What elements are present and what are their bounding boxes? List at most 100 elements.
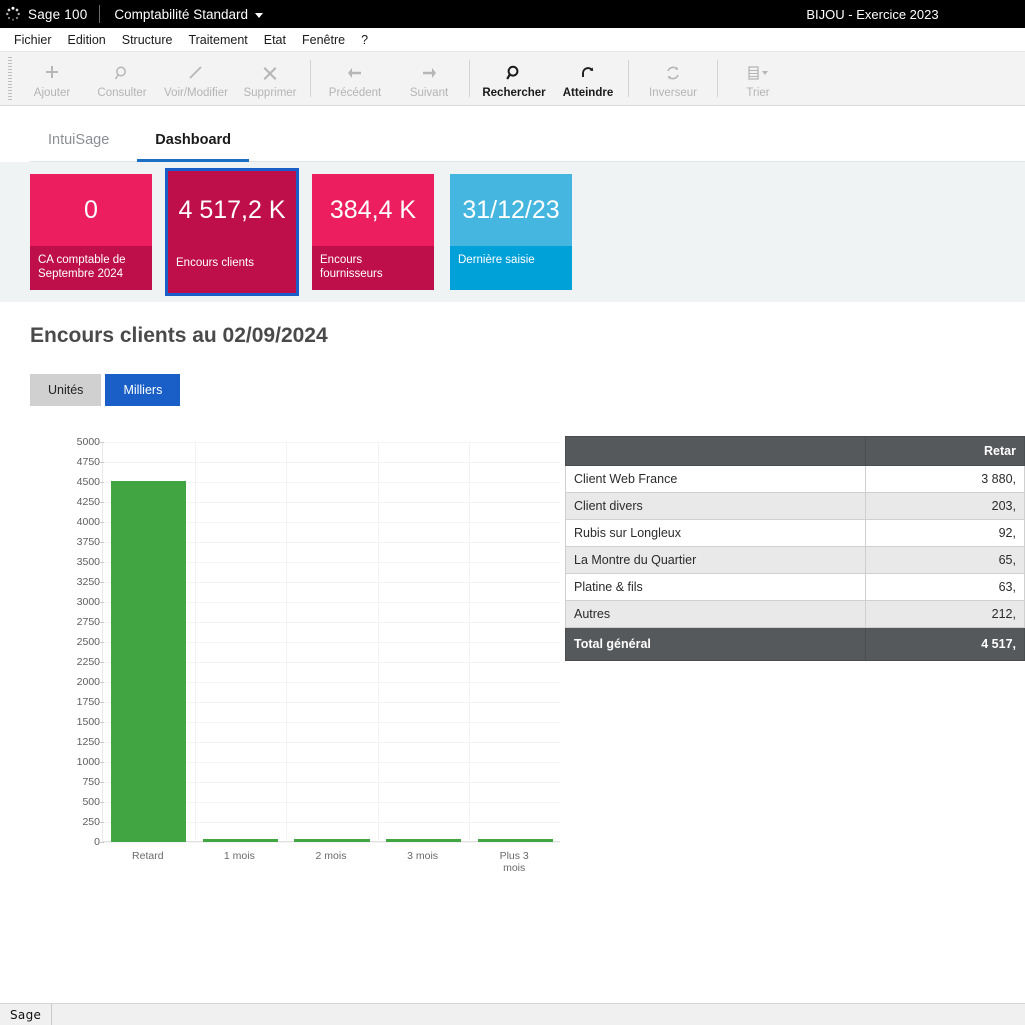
toolbar-button-inverseur[interactable]: Inverseur [634,52,712,105]
chart-category-separator [469,442,471,842]
table-row[interactable]: La Montre du Quartier 65, [565,546,1025,574]
chart-y-tick-label: 250 [60,816,104,828]
table-total-label: Total général [565,627,866,661]
toolbar-button-rechercher[interactable]: Rechercher [475,52,553,105]
table-row[interactable]: Client Web France 3 880, [565,465,1025,493]
chart-bar[interactable] [294,839,370,842]
toggle-unites[interactable]: Unités [30,374,102,406]
table-body: Client Web France 3 880, Client divers 203,… [565,465,1025,661]
menu-item-structure[interactable]: Structure [114,30,181,50]
toolbar-label-voir-modifier: Voir/Modifier [164,87,228,99]
table-cell-retard: 65, [865,546,1025,574]
page-title: Encours clients au 02/09/2024 [30,324,328,347]
chart-plot-area [102,442,560,843]
toolbar: Ajouter Consulter Voir/Modifier Supprime… [0,52,1025,106]
toolbar-label-ajouter: Ajouter [33,87,71,99]
goto-arc-icon [579,62,597,84]
kpi-tile-derniere-saisie[interactable]: 31/12/23 Dernière saisie [450,174,572,290]
chart-bar[interactable] [477,839,553,842]
chart-category-separator [194,442,196,842]
toolbar-button-supprimer[interactable]: Supprimer [235,52,305,105]
chart-y-tick-mark [100,542,104,543]
kpi-tile-ca-comptable[interactable]: 0 CA comptable de Septembre 2024 [30,174,152,290]
kpi-caption-encours-clients: Encours clients [168,249,296,293]
table-row[interactable]: Rubis sur Longleux 92, [565,519,1025,547]
title-bar: Sage 100 Comptabilité Standard BIJOU - E… [0,0,1025,28]
tab-intuisage[interactable]: IntuiSage [30,124,127,162]
chart-x-tick-label: Plus 3 mois [499,850,529,874]
tab-dashboard[interactable]: Dashboard [137,124,250,162]
toolbar-button-consulter[interactable]: Consulter [87,52,157,105]
toolbar-label-suivant: Suivant [409,87,449,99]
toolbar-label-inverseur: Inverseur [649,87,697,99]
dashboard-tabs: IntuiSage Dashboard [30,124,1025,162]
status-bar: Sage [0,1003,1025,1025]
dashboard-content: Encours clients au 02/09/2024 Unités Mil… [0,302,1025,874]
toolbar-button-atteindre[interactable]: Atteindre [553,52,623,105]
chart-y-tick-mark [100,762,104,763]
chart-bar[interactable] [202,839,278,842]
menu-item-etat[interactable]: Etat [256,30,294,50]
table-header-client[interactable] [565,436,866,466]
chart-y-tick-label: 1250 [60,736,104,748]
chart-y-tick-label: 4500 [60,476,104,488]
menu-item-help[interactable]: ? [353,30,376,50]
toolbar-label-rechercher: Rechercher [482,87,546,99]
kpi-caption-encours-fournisseurs: Encours fournisseurs [312,246,434,290]
kpi-tile-encours-clients[interactable]: 4 517,2 K Encours clients [165,168,299,296]
chart-bar[interactable] [386,839,462,842]
kpi-value-derniere-saisie: 31/12/23 [450,174,572,246]
chart-bar[interactable] [111,480,187,842]
chart-y-tick-label: 3500 [60,556,104,568]
kpi-tile-encours-fournisseurs[interactable]: 384,4 K Encours fournisseurs [312,174,434,290]
chart-y-tick-label: 3000 [60,596,104,608]
chart-gridline [103,842,560,843]
toolbar-separator [310,60,311,97]
toolbar-label-supprimer: Supprimer [243,87,297,99]
chart-x-tick-label: Retard [132,850,164,862]
sort-list-icon [746,62,770,84]
table-row[interactable]: Client divers 203, [565,492,1025,520]
module-label: Comptabilité Standard [114,6,248,22]
menu-item-fenetre[interactable]: Fenêtre [294,30,353,50]
chart-y-tick-mark [100,522,104,523]
menu-bar: Fichier Edition Structure Traitement Eta… [0,28,1025,52]
table-cell-retard: 63, [865,573,1025,601]
table-row[interactable]: Platine & fils 63, [565,573,1025,601]
chart-y-tick-mark [100,842,104,843]
menu-item-edition[interactable]: Edition [60,30,114,50]
toggle-milliers[interactable]: Milliers [105,374,181,406]
table-row[interactable]: Autres 212, [565,600,1025,628]
toolbar-button-voir-modifier[interactable]: Voir/Modifier [157,52,235,105]
table-cell-client: Rubis sur Longleux [565,519,866,547]
close-x-icon [261,62,279,84]
menu-item-fichier[interactable]: Fichier [6,30,60,50]
toolbar-button-ajouter[interactable]: Ajouter [17,52,87,105]
chart-y-tick-label: 1500 [60,716,104,728]
module-selector[interactable]: Comptabilité Standard [100,7,269,22]
chart-y-tick-label: 2000 [60,676,104,688]
magnifier-icon [113,62,131,84]
chart-x-tick-label: 3 mois [407,850,439,862]
toolbar-button-suivant[interactable]: Suivant [394,52,464,105]
chart-panel: 5000 4750 4500 4250 4000 3750 3500 3250 3000 2750… [30,434,565,874]
table-header-retard[interactable]: Retar [865,436,1025,466]
chart-y-tick-mark [100,642,104,643]
chart-y-tick-mark [100,702,104,703]
chart-y-tick-label: 4000 [60,516,104,528]
sage-spinner-icon [0,6,26,22]
toolbar-separator [469,60,470,97]
toolbar-label-trier: Trier [746,87,770,99]
table-cell-retard: 92, [865,519,1025,547]
chart-y-tick-label: 4750 [60,456,104,468]
chart-y-tick-mark [100,482,104,483]
menu-item-traitement[interactable]: Traitement [180,30,255,50]
toolbar-button-precedent[interactable]: Précédent [316,52,394,105]
chart-y-tick-label: 1000 [60,756,104,768]
chart-y-tick-mark [100,602,104,603]
chart-y-tick-label: 1750 [60,696,104,708]
toolbar-button-trier[interactable]: Trier [723,52,793,105]
kpi-value-encours-fournisseurs: 384,4 K [312,174,434,246]
table-header-row: Retar [565,436,1025,466]
toolbar-drag-handle[interactable] [8,57,12,100]
